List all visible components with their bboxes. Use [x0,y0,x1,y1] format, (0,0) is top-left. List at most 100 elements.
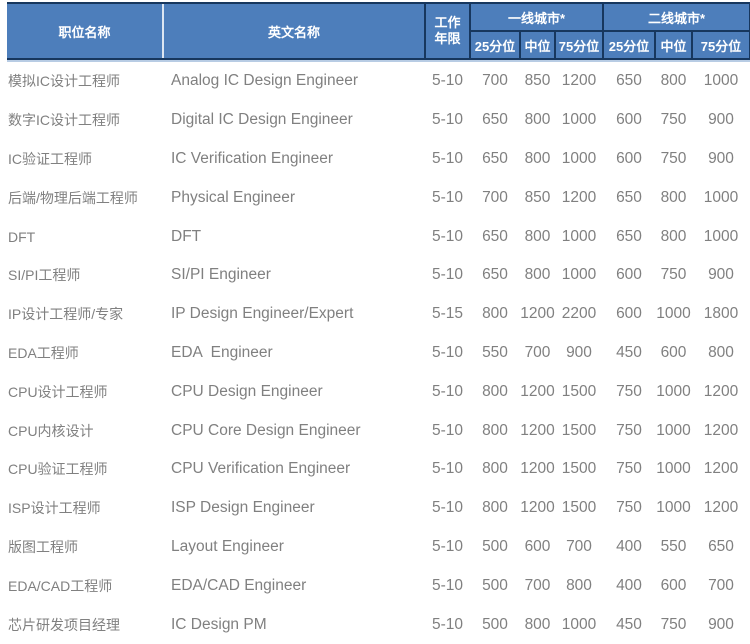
position-cell: ISP设计工程师 [7,489,163,528]
tier1-p75-cell: 1000 [555,605,603,644]
english-name-cell: IP Design Engineer/Expert [163,295,425,334]
work-years-cell: 5-10 [425,489,470,528]
header-tier1-p75: 75分位 [555,31,603,59]
tier2-median-cell: 600 [655,334,692,373]
tier2-p75-cell: 700 [692,566,750,605]
table-row: 模拟IC设计工程师Analog IC Design Engineer5-1070… [7,62,750,101]
tier1-median-cell: 800 [520,140,555,179]
tier1-median-cell: 800 [520,256,555,295]
tier1-p25-cell: 700 [470,62,520,101]
tier2-p25-cell: 650 [603,178,655,217]
position-cell: 模拟IC设计工程师 [7,62,163,101]
header-tier2-p50: 中位 [655,31,692,59]
position-cell: CPU内核设计 [7,411,163,450]
header-group-row: 职位名称 英文名称 工作 年限 一线城市* 二线城市* [7,3,750,31]
position-cell: 数字IC设计工程师 [7,101,163,140]
tier2-p75-cell: 1000 [692,178,750,217]
work-years-cell: 5-10 [425,605,470,644]
tier1-p75-cell: 1200 [555,178,603,217]
table-row: CPU验证工程师CPU Verification Engineer5-10800… [7,450,750,489]
tier2-p75-cell: 650 [692,528,750,567]
salary-table-container: 职位名称 英文名称 工作 年限 一线城市* 二线城市* 25分位 中位 75分位… [7,2,750,644]
english-name-cell: DFT [163,217,425,256]
tier1-p25-cell: 800 [470,295,520,334]
position-cell: EDA/CAD工程师 [7,566,163,605]
tier2-p75-cell: 800 [692,334,750,373]
header-tier1-p50: 中位 [520,31,555,59]
tier2-p75-cell: 1200 [692,411,750,450]
work-years-cell: 5-10 [425,528,470,567]
position-cell: 后端/物理后端工程师 [7,178,163,217]
tier2-p75-cell: 1000 [692,217,750,256]
tier2-median-cell: 1000 [655,450,692,489]
tier1-p75-cell: 1000 [555,101,603,140]
tier1-p25-cell: 650 [470,140,520,179]
tier1-p25-cell: 500 [470,605,520,644]
tier2-p25-cell: 750 [603,450,655,489]
tier2-median-cell: 750 [655,605,692,644]
work-years-cell: 5-10 [425,140,470,179]
tier2-p25-cell: 600 [603,295,655,334]
header-position: 职位名称 [7,3,163,59]
header-tier2-p75: 75分位 [692,31,750,59]
tier1-p25-cell: 650 [470,101,520,140]
header-tier1-p25: 25分位 [470,31,520,59]
tier1-p25-cell: 550 [470,334,520,373]
tier1-p75-cell: 1500 [555,372,603,411]
tier2-p75-cell: 900 [692,140,750,179]
tier1-p25-cell: 500 [470,528,520,567]
position-cell: EDA工程师 [7,334,163,373]
tier1-median-cell: 850 [520,62,555,101]
table-row: CPU设计工程师CPU Design Engineer5-10800120015… [7,372,750,411]
tier1-median-cell: 800 [520,217,555,256]
work-years-cell: 5-10 [425,62,470,101]
work-years-cell: 5-10 [425,217,470,256]
tier1-p75-cell: 1500 [555,450,603,489]
table-body: 模拟IC设计工程师Analog IC Design Engineer5-1070… [7,62,750,644]
tier2-p75-cell: 1200 [692,489,750,528]
tier1-p75-cell: 1500 [555,489,603,528]
tier1-median-cell: 850 [520,178,555,217]
tier2-p25-cell: 400 [603,528,655,567]
english-name-cell: ISP Design Engineer [163,489,425,528]
tier1-p75-cell: 1000 [555,256,603,295]
table-row: IC验证工程师IC Verification Engineer5-1065080… [7,140,750,179]
tier1-median-cell: 1200 [520,450,555,489]
tier2-p75-cell: 900 [692,605,750,644]
english-name-cell: CPU Verification Engineer [163,450,425,489]
table-header: 职位名称 英文名称 工作 年限 一线城市* 二线城市* 25分位 中位 75分位… [7,3,750,62]
tier1-median-cell: 1200 [520,489,555,528]
work-years-cell: 5-10 [425,334,470,373]
header-tier2-p25: 25分位 [603,31,655,59]
tier2-median-cell: 800 [655,178,692,217]
position-cell: CPU设计工程师 [7,372,163,411]
work-years-cell: 5-10 [425,178,470,217]
tier1-median-cell: 700 [520,334,555,373]
header-tier1-group: 一线城市* [470,3,603,31]
tier2-p25-cell: 750 [603,372,655,411]
tier2-median-cell: 1000 [655,489,692,528]
tier1-median-cell: 1200 [520,411,555,450]
table-row: EDA/CAD工程师EDA/CAD Engineer5-105007008004… [7,566,750,605]
english-name-cell: IC Verification Engineer [163,140,425,179]
position-cell: SI/PI工程师 [7,256,163,295]
work-years-cell: 5-10 [425,566,470,605]
tier2-p25-cell: 650 [603,62,655,101]
table-row: IP设计工程师/专家IP Design Engineer/Expert5-158… [7,295,750,334]
tier1-p75-cell: 800 [555,566,603,605]
tier2-median-cell: 750 [655,256,692,295]
tier2-p75-cell: 900 [692,256,750,295]
tier1-median-cell: 1200 [520,295,555,334]
tier2-p75-cell: 900 [692,101,750,140]
tier1-median-cell: 800 [520,605,555,644]
work-years-cell: 5-15 [425,295,470,334]
position-cell: CPU验证工程师 [7,450,163,489]
table-row: ISP设计工程师ISP Design Engineer5-10800120015… [7,489,750,528]
table-row: SI/PI工程师SI/PI Engineer5-1065080010006007… [7,256,750,295]
header-work-years-line1: 工作 [434,15,460,30]
tier1-median-cell: 1200 [520,372,555,411]
tier2-median-cell: 800 [655,217,692,256]
tier1-p25-cell: 650 [470,256,520,295]
english-name-cell: Digital IC Design Engineer [163,101,425,140]
tier1-p25-cell: 700 [470,178,520,217]
